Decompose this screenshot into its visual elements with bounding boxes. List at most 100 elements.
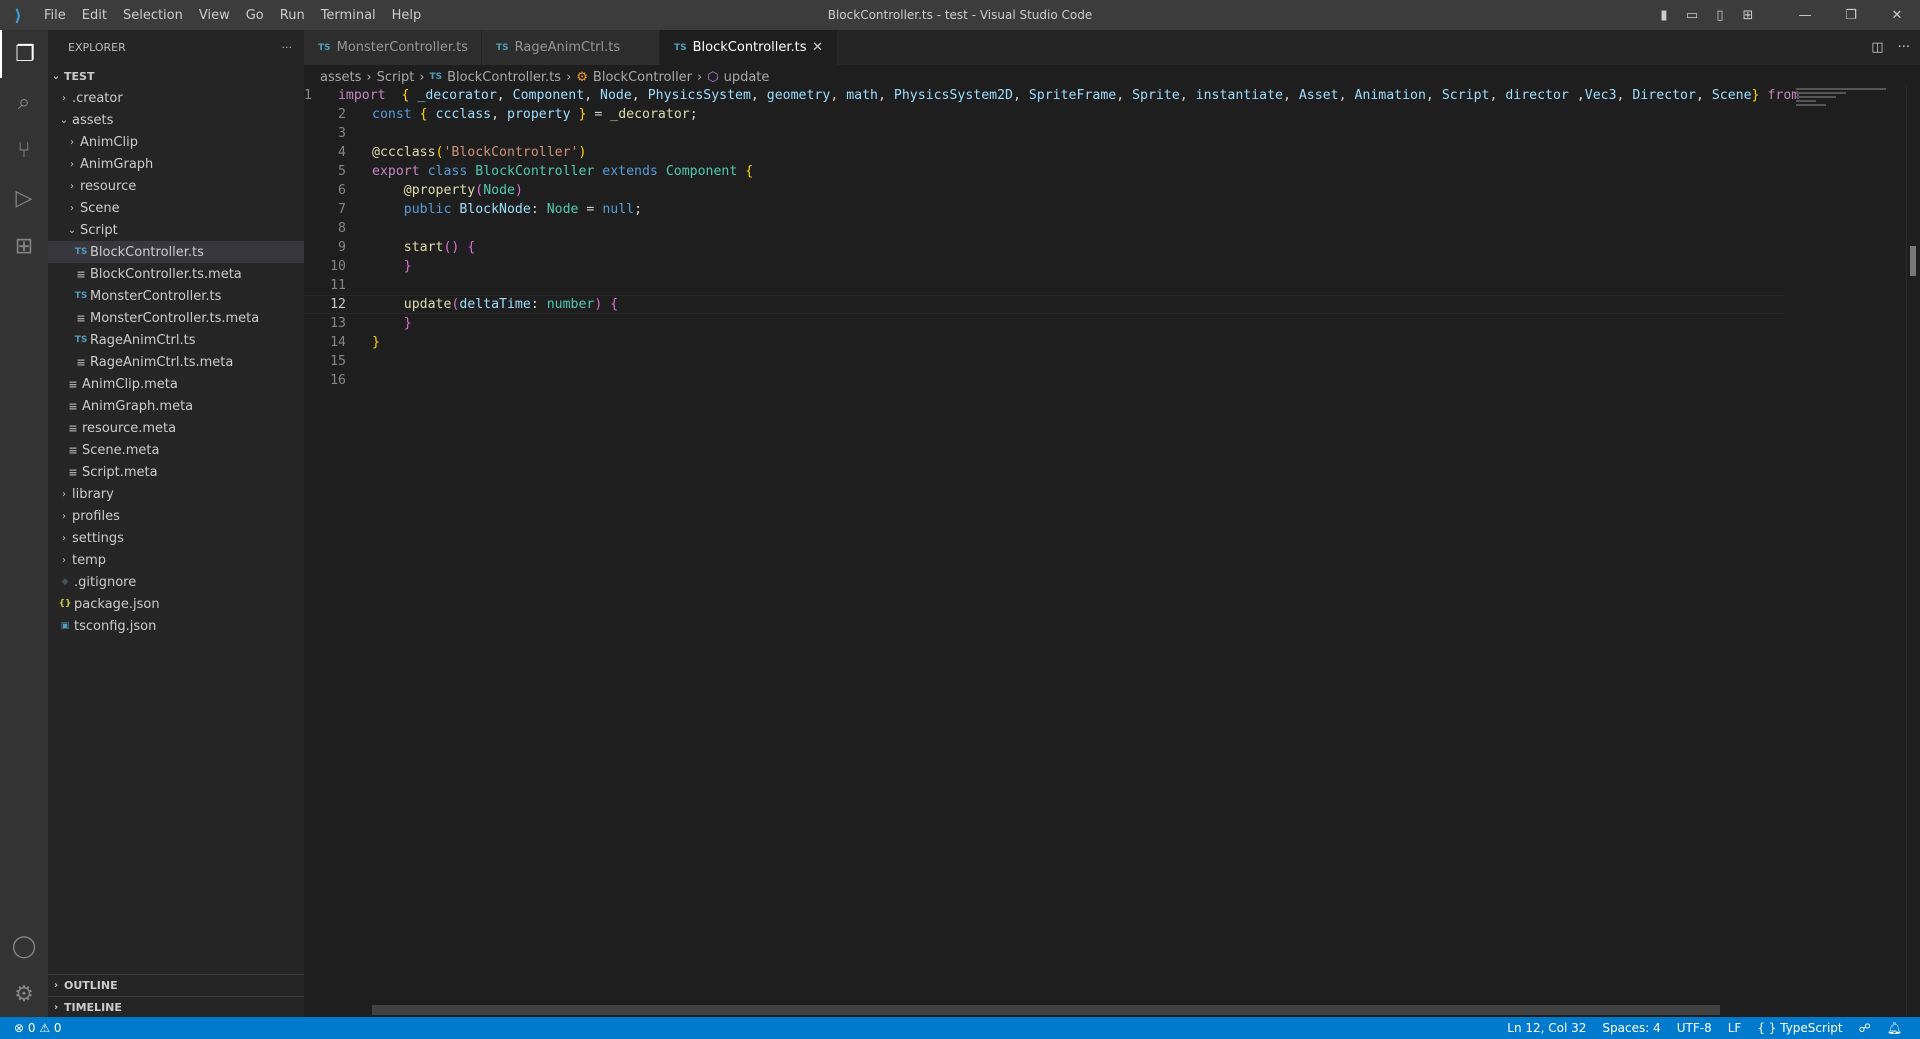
code-token: ) [578, 145, 587, 160]
tree-item[interactable]: ▣ tsconfig.json [48, 615, 304, 637]
code-line[interactable]: 15 [304, 352, 1784, 371]
timeline-section[interactable]: › TIMELINE [48, 996, 304, 1018]
tree-item[interactable]: › resource [48, 175, 304, 197]
tree-item[interactable]: TS MonsterController.ts [48, 285, 304, 307]
tree-item[interactable]: › library [48, 483, 304, 505]
run-debug-icon[interactable]: ▷ [0, 174, 48, 222]
code-line[interactable]: 3 [304, 124, 1784, 143]
tree-item[interactable]: › temp [48, 549, 304, 571]
tree-item[interactable]: ≡ Script.meta [48, 461, 304, 483]
breadcrumb-item[interactable]: BlockController.ts [447, 70, 561, 85]
indentation[interactable]: Spaces: 4 [1602, 1021, 1660, 1035]
code-line[interactable]: 7 public BlockNode: Node = null; [304, 200, 1784, 219]
tab-monstercontroller-ts[interactable]: TS MonsterController.ts [304, 30, 482, 65]
gear-icon[interactable]: ⚙ [0, 970, 48, 1018]
explorer-icon[interactable]: ❐ [0, 30, 48, 78]
code-line[interactable]: 12 update(deltaTime: number) { [304, 295, 1784, 314]
tree-item[interactable]: ≡ AnimGraph.meta [48, 395, 304, 417]
breadcrumb-item[interactable]: Script [377, 70, 415, 85]
code-line[interactable]: 8 [304, 219, 1784, 238]
code-token: , [1338, 88, 1355, 103]
line-number: 7 [338, 202, 346, 217]
menu-terminal[interactable]: Terminal [313, 8, 384, 23]
tree-item[interactable]: ≡ Scene.meta [48, 439, 304, 461]
code-line[interactable]: 2 const { ccclass, property } = _decorato… [304, 105, 1784, 124]
extensions-icon[interactable]: ⊞ [0, 222, 48, 270]
code-line[interactable]: 14} [304, 333, 1784, 352]
account-icon[interactable]: ◯ [0, 922, 48, 970]
search-icon[interactable]: ⌕ [0, 78, 48, 126]
menu-file[interactable]: File [36, 8, 74, 23]
problems-indicator[interactable]: ⊗ 0 ⚠ 0 [0, 1021, 62, 1035]
menu-view[interactable]: View [191, 8, 238, 23]
tree-item[interactable]: TS RageAnimCtrl.ts [48, 329, 304, 351]
tree-item[interactable]: ≡ resource.meta [48, 417, 304, 439]
source-control-icon[interactable]: ⑂ [0, 126, 48, 174]
tree-item[interactable]: › AnimGraph [48, 153, 304, 175]
menu-go[interactable]: Go [238, 8, 272, 23]
tree-item-label: MonsterController.ts.meta [90, 310, 260, 326]
menu-run[interactable]: Run [272, 8, 313, 23]
line-number: 8 [338, 221, 346, 236]
customize-layout-icon[interactable]: ⊞ [1734, 8, 1762, 23]
cursor-position[interactable]: Ln 12, Col 32 [1507, 1021, 1586, 1035]
root-folder[interactable]: ⌄ TEST [48, 65, 304, 87]
end-of-line[interactable]: LF [1728, 1021, 1742, 1035]
tree-item[interactable]: ◆ .gitignore [48, 571, 304, 593]
feedback-icon[interactable]: ☍ [1859, 1021, 1871, 1035]
minimap[interactable] [1786, 86, 1906, 126]
breadcrumb-item[interactable]: update [724, 70, 770, 85]
code-line[interactable]: 5 export class BlockController extends Co… [304, 162, 1784, 181]
typescript-file-icon: TS [496, 42, 509, 53]
code-line[interactable]: 13 } [304, 314, 1784, 333]
outline-section[interactable]: › OUTLINE [48, 974, 304, 996]
bell-icon[interactable]: 🔔︎ [1887, 1021, 1902, 1035]
code-line[interactable]: 10 } [304, 257, 1784, 276]
restore-button[interactable]: ❐ [1828, 8, 1874, 23]
toggle-sidebar-icon[interactable]: ▮ [1650, 8, 1678, 23]
breadcrumb-item[interactable]: BlockController [593, 70, 692, 85]
tree-item[interactable]: › Scene [48, 197, 304, 219]
close-tab-icon[interactable]: ✕ [812, 40, 823, 55]
menu-help[interactable]: Help [384, 8, 430, 23]
code-line[interactable]: 6 @property(Node) [304, 181, 1784, 200]
close-button[interactable]: ✕ [1874, 8, 1920, 23]
code-line[interactable]: 11 [304, 276, 1784, 295]
encoding[interactable]: UTF-8 [1677, 1021, 1712, 1035]
code-editor[interactable]: 1 import { _decorator, Component, Node, P… [304, 86, 1799, 390]
tree-item[interactable]: › settings [48, 527, 304, 549]
minimize-button[interactable]: — [1782, 8, 1828, 23]
toggle-panel-icon[interactable]: ▭ [1678, 8, 1706, 23]
tree-item[interactable]: ≡ RageAnimCtrl.ts.meta [48, 351, 304, 373]
vertical-scrollbar[interactable] [1906, 86, 1920, 1016]
tree-item[interactable]: ⌄ Script [48, 219, 304, 241]
code-line[interactable]: 9 start() { [304, 238, 1784, 257]
tree-item[interactable]: ≡ AnimClip.meta [48, 373, 304, 395]
horizontal-scrollbar[interactable] [372, 1005, 1720, 1015]
toggle-secondary-sidebar-icon[interactable]: ▯ [1706, 8, 1734, 23]
more-actions-button[interactable]: ··· [282, 41, 293, 54]
tree-item[interactable]: {} package.json [48, 593, 304, 615]
code-line[interactable]: 1 import { _decorator, Component, Node, P… [304, 86, 1799, 105]
more-actions-icon[interactable]: ··· [1898, 40, 1910, 55]
code-line[interactable]: 4 @ccclass('BlockController') [304, 143, 1784, 162]
tree-item[interactable]: › AnimClip [48, 131, 304, 153]
language-mode[interactable]: { } TypeScript [1757, 1021, 1842, 1035]
split-editor-icon[interactable]: ◫ [1871, 40, 1883, 55]
tree-item[interactable]: TS BlockController.ts [48, 241, 304, 263]
tab-blockcontroller-ts[interactable]: TS BlockController.ts ✕ [660, 30, 838, 65]
tree-item[interactable]: ≡ MonsterController.ts.meta [48, 307, 304, 329]
code-line[interactable]: 16 [304, 371, 1784, 390]
code-token: @property [403, 183, 476, 198]
tree-item-label: tsconfig.json [74, 618, 157, 634]
tree-item[interactable]: ≡ BlockController.ts.meta [48, 263, 304, 285]
tree-item[interactable]: ⌄ assets [48, 109, 304, 131]
tree-item[interactable]: › profiles [48, 505, 304, 527]
code-token: Node [600, 88, 632, 103]
tree-item[interactable]: › .creator [48, 87, 304, 109]
code-token: instantiate [1195, 88, 1283, 103]
menu-edit[interactable]: Edit [74, 8, 115, 23]
tab-rageanimctrl-ts[interactable]: TS RageAnimCtrl.ts [482, 30, 660, 65]
breadcrumb-item[interactable]: assets [320, 70, 361, 85]
menu-selection[interactable]: Selection [115, 8, 191, 23]
